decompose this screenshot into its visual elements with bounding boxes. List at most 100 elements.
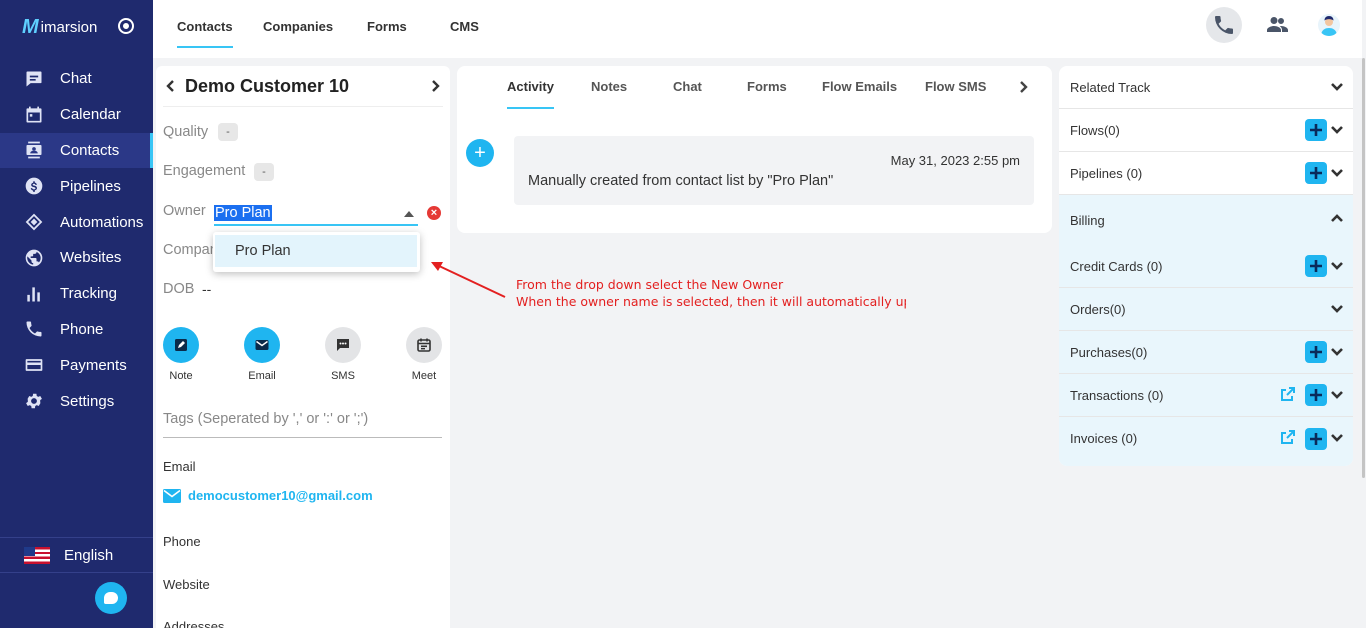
dob-value[interactable]: -- [202, 281, 211, 297]
email-action[interactable]: Email [237, 327, 287, 382]
record-icon[interactable] [118, 18, 134, 34]
tab-cms[interactable]: CMS [450, 0, 479, 52]
add-activity-button[interactable]: + [466, 139, 494, 167]
chevron-down-icon[interactable] [1331, 80, 1343, 95]
plus-icon [1310, 260, 1322, 272]
sidebar-item-contacts[interactable]: Contacts [0, 132, 153, 169]
tab-flow-emails[interactable]: Flow Emails [822, 79, 897, 109]
addresses-section-label: Addresses [163, 619, 225, 628]
add-transaction-button[interactable] [1305, 384, 1327, 406]
credit-cards-row[interactable]: Credit Cards (0) [1059, 245, 1353, 288]
activity-text: Manually created from contact list by "P… [528, 173, 834, 189]
sidebar-item-payments[interactable]: Payments [0, 347, 153, 383]
scrollbar-thumb[interactable] [1362, 58, 1365, 478]
sidebar-item-automations[interactable]: Automations [0, 204, 153, 240]
page-scrollbar[interactable] [1362, 0, 1366, 628]
tab-forms[interactable]: Forms [367, 0, 407, 52]
chevron-down-icon[interactable] [1331, 259, 1343, 274]
team-button[interactable] [1260, 8, 1294, 42]
external-link-icon[interactable] [1280, 386, 1296, 405]
clear-owner-icon[interactable]: × [427, 206, 441, 220]
tab-label: Activity [507, 79, 554, 94]
email-icon [244, 327, 280, 363]
owner-select[interactable]: Pro Plan [214, 202, 418, 226]
language-selector[interactable]: English [0, 537, 153, 573]
sidebar-item-calendar[interactable]: Calendar [0, 97, 153, 133]
chevron-down-icon[interactable] [1331, 345, 1343, 360]
chevron-down-icon[interactable] [1331, 166, 1343, 181]
sidebar-item-phone[interactable]: Phone [0, 312, 153, 348]
tab-companies[interactable]: Companies [263, 0, 333, 52]
meet-action[interactable]: Meet [399, 327, 449, 382]
orders-row[interactable]: Orders(0) [1059, 288, 1353, 331]
sidebar-item-tracking[interactable]: Tracking [0, 276, 153, 312]
tab-contacts[interactable]: Contacts [177, 0, 233, 52]
add-flow-button[interactable] [1305, 119, 1327, 141]
tab-activity[interactable]: Activity [507, 79, 554, 109]
tab-flow-sms[interactable]: Flow SMS [925, 79, 986, 109]
row-label: Credit Cards (0) [1070, 258, 1163, 274]
add-purchase-button[interactable] [1305, 341, 1327, 363]
add-invoice-button[interactable] [1305, 427, 1327, 450]
tab-label: Forms [747, 79, 787, 94]
top-actions [1206, 7, 1346, 43]
chevron-down-icon[interactable] [1331, 123, 1343, 138]
action-label: SMS [331, 370, 355, 382]
quality-chip[interactable]: - [218, 123, 238, 141]
chevron-down-icon[interactable] [1331, 431, 1343, 446]
sidebar-item-settings[interactable]: Settings [0, 383, 153, 419]
sidebar-item-websites[interactable]: Websites [0, 240, 153, 276]
phone-icon [24, 319, 44, 339]
chevron-up-icon[interactable] [1331, 213, 1343, 228]
related-track-row[interactable]: Related Track [1059, 66, 1353, 109]
owner-option[interactable]: Pro Plan [215, 235, 417, 267]
sidebar-item-chat[interactable]: Chat [0, 61, 153, 97]
external-link-icon[interactable] [1280, 429, 1296, 448]
email-link[interactable]: democustomer10@gmail.com [163, 488, 373, 503]
plus-icon [1310, 432, 1322, 445]
card-icon [24, 355, 44, 375]
chevron-down-icon[interactable] [1331, 302, 1343, 317]
invoices-row[interactable]: Invoices (0) [1059, 417, 1353, 460]
plus-icon [1310, 124, 1322, 136]
transactions-row[interactable]: Transactions (0) [1059, 374, 1353, 417]
tab-chat[interactable]: Chat [673, 79, 702, 109]
more-tabs-button[interactable] [1017, 80, 1031, 94]
sms-action[interactable]: SMS [318, 327, 368, 382]
next-contact-button[interactable] [427, 78, 443, 94]
brand-logo[interactable]: M imarsion [22, 16, 134, 38]
row-label: Pipelines (0) [1070, 165, 1143, 181]
sidebar-item-label: Chat [60, 70, 92, 88]
phone-call-button[interactable] [1206, 7, 1242, 43]
row-label: Orders(0) [1070, 301, 1126, 317]
gear-icon [24, 391, 44, 411]
caret-up-icon[interactable] [404, 211, 414, 217]
purchases-row[interactable]: Purchases(0) [1059, 331, 1353, 374]
note-action[interactable]: Note [156, 327, 206, 382]
action-label: Note [169, 370, 193, 382]
live-chat-button[interactable] [95, 582, 127, 614]
tab-label: Flow SMS [925, 79, 987, 94]
billing-header[interactable]: Billing [1059, 195, 1353, 245]
contact-header: Demo Customer 10 [163, 66, 443, 107]
tab-forms[interactable]: Forms [747, 79, 787, 109]
user-avatar[interactable] [1312, 8, 1346, 42]
globe-icon [24, 248, 44, 268]
users-icon [1267, 17, 1288, 32]
tags-input[interactable]: Tags (Seperated by ',' or ':' or ';') [163, 411, 442, 438]
phone-icon [1215, 16, 1233, 34]
add-credit-card-button[interactable] [1305, 255, 1327, 277]
add-pipeline-button[interactable] [1305, 162, 1327, 184]
flows-row[interactable]: Flows(0) [1059, 109, 1353, 152]
activity-panel: Activity Notes Chat Forms Flow Emails Fl… [457, 66, 1052, 233]
engagement-chip[interactable]: - [254, 163, 274, 181]
brand-name: imarsion [40, 18, 98, 36]
tab-notes[interactable]: Notes [591, 79, 627, 109]
row-label: Billing [1070, 212, 1105, 228]
row-label: Flows(0) [1070, 122, 1120, 138]
pipelines-row[interactable]: Pipelines (0) [1059, 152, 1353, 195]
previous-contact-button[interactable] [163, 78, 179, 94]
chevron-down-icon[interactable] [1331, 388, 1343, 403]
related-panel: Related Track Flows(0) Pipelines (0) Bil… [1059, 66, 1353, 466]
sidebar-item-pipelines[interactable]: Pipelines [0, 168, 153, 204]
